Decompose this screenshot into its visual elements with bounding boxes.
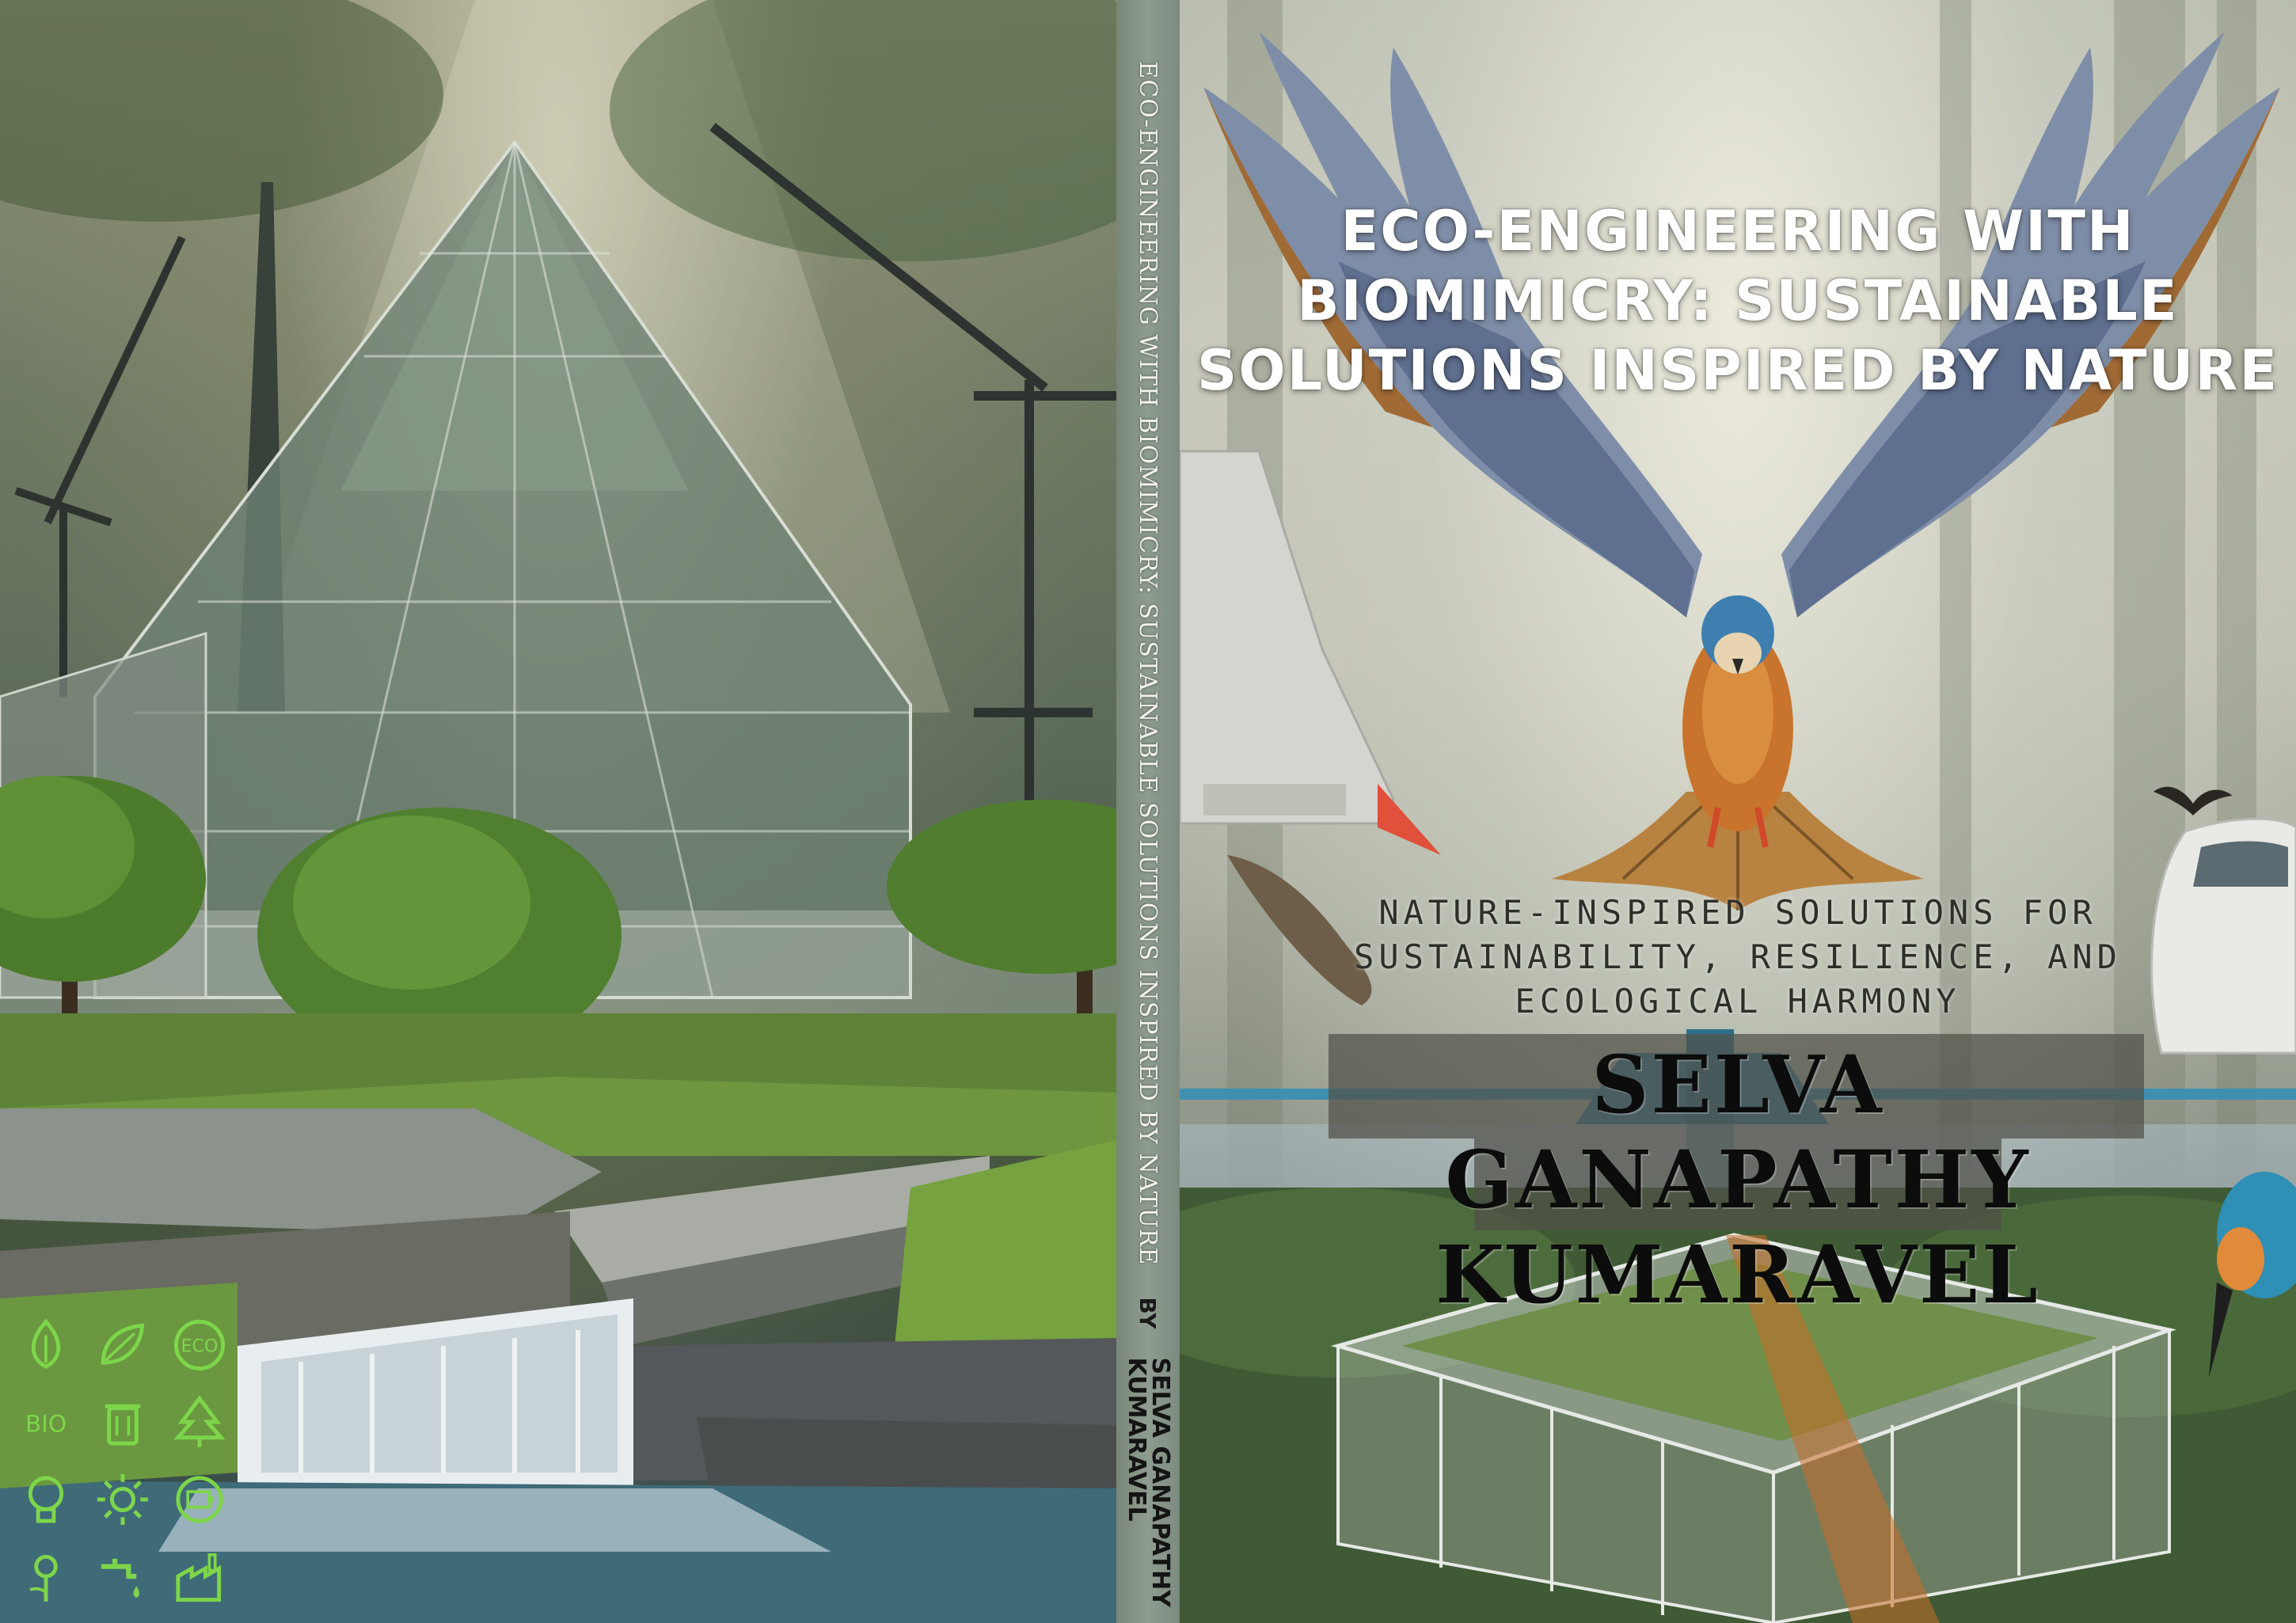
water-tap-icon — [85, 1538, 162, 1616]
author-name-line2: KUMARAVEL — [1435, 1228, 2040, 1321]
front-cover: ECO-ENGINEERING WITH BIOMIMICRY: SUSTAIN… — [1180, 0, 2296, 1623]
spine-by: BY — [1135, 1297, 1161, 1329]
eco-icon-grid: ECO BIO — [8, 1306, 238, 1615]
back-cover: ECO BIO — [0, 0, 1116, 1623]
eco-badge-label: ECO — [181, 1336, 218, 1356]
bio-label-icon: BIO — [8, 1384, 85, 1461]
leaves-icon — [85, 1306, 162, 1384]
factory-icon — [161, 1538, 238, 1616]
spine-author-line1: SELVA GANAPATHY — [1146, 1357, 1174, 1607]
sunflower-icon — [8, 1538, 85, 1616]
aircraft-wing — [1180, 450, 1395, 825]
light-bulb-icon — [8, 1461, 85, 1538]
recycle-bin-icon — [85, 1384, 162, 1461]
book-title: ECO-ENGINEERING WITH BIOMIMICRY: SUSTAIN… — [1196, 199, 2279, 403]
battery-icon — [161, 1461, 238, 1538]
book-cover: ECO BIO ECO-ENGINEERING WITH BIOMIMICRY:… — [0, 0, 2296, 1623]
author-name: SELVA GANAPATHY KUMARAVEL — [1314, 1037, 2161, 1322]
bio-label-text: BIO — [25, 1411, 67, 1438]
leaf-drop-icon — [8, 1306, 85, 1384]
tree-icon — [161, 1384, 238, 1461]
eco-badge-icon: ECO — [161, 1306, 238, 1384]
book-subtitle: NATURE-INSPIRED SOLUTIONS FOR SUSTAINABI… — [1354, 893, 2122, 1021]
sun-icon — [85, 1461, 162, 1538]
spine-text: ECO-ENGINEERING WITH BIOMIMICRY: SUSTAIN… — [1123, 16, 1174, 1607]
spine-author: SELVA GANAPATHY KUMARAVEL — [1123, 1357, 1174, 1607]
author-name-line1: SELVA GANAPATHY — [1445, 1038, 2031, 1226]
book-spine: ECO-ENGINEERING WITH BIOMIMICRY: SUSTAIN… — [1116, 0, 1180, 1623]
spine-title: ECO-ENGINEERING WITH BIOMIMICRY: SUSTAIN… — [1134, 61, 1162, 1266]
spine-author-line2: KUMARAVEL — [1123, 1357, 1150, 1522]
